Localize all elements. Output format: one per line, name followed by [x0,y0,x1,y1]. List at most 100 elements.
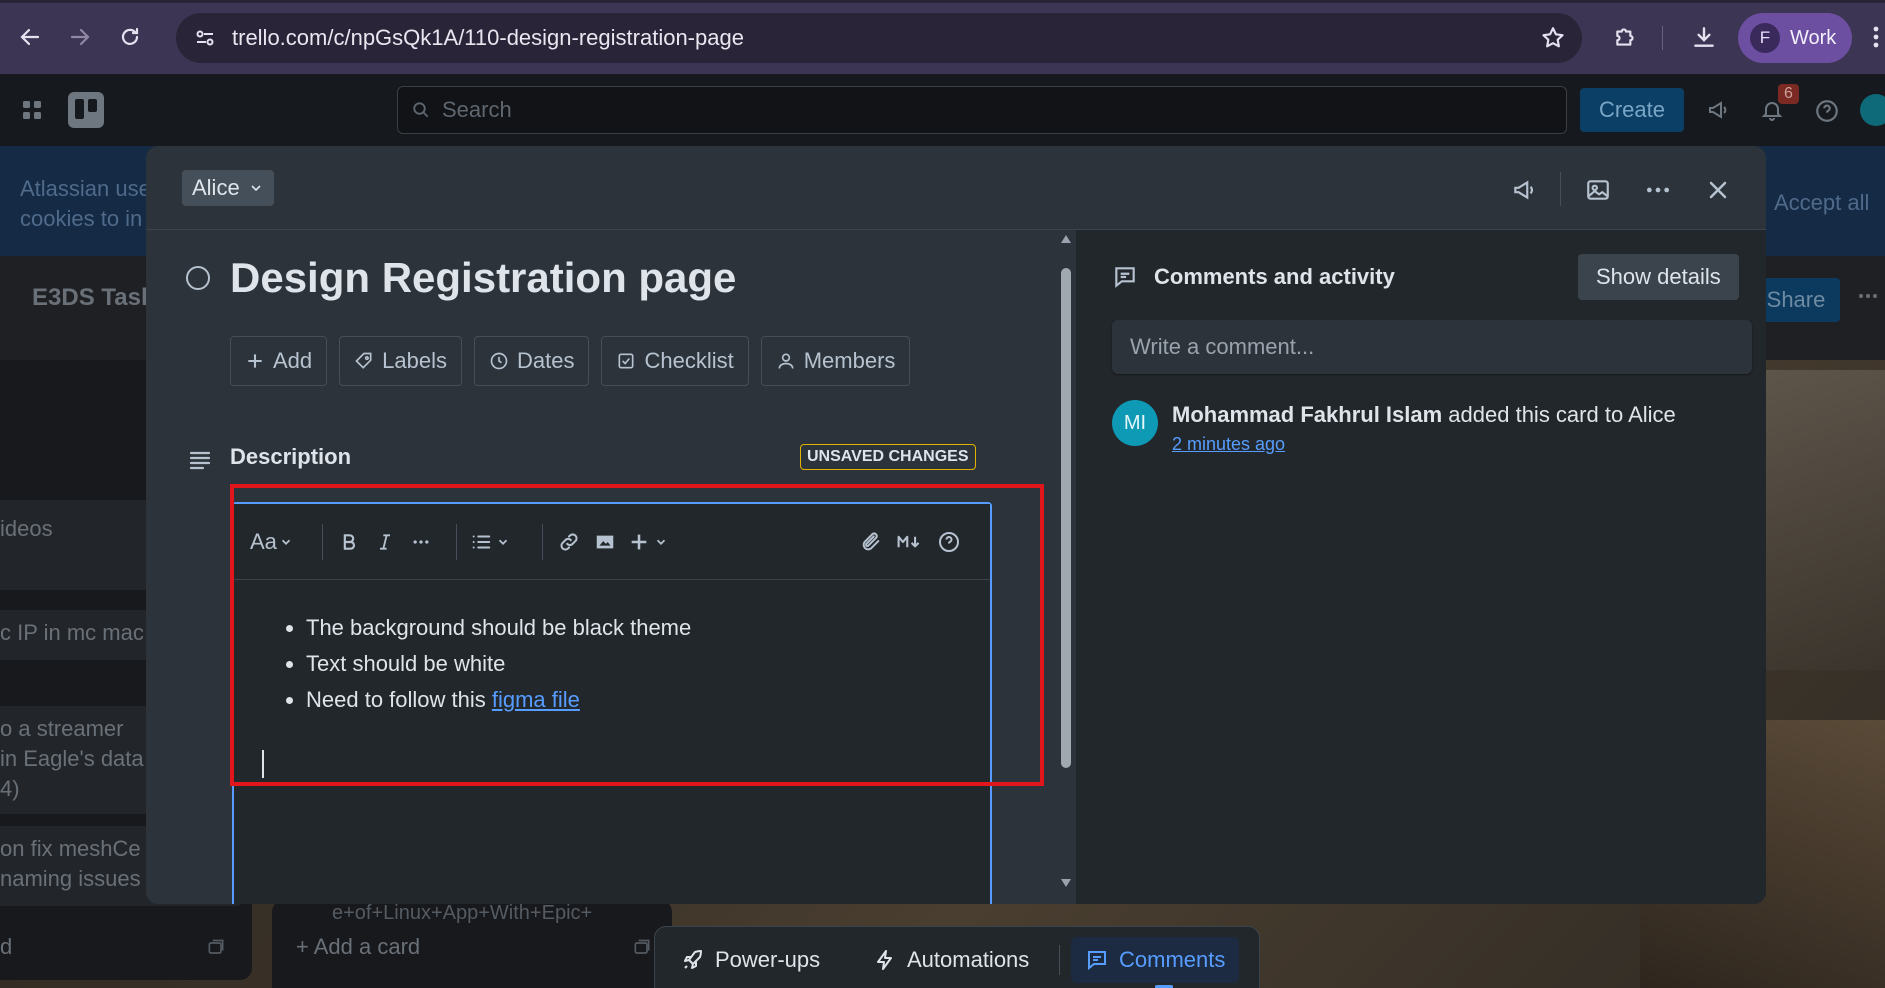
link-button[interactable] [554,524,584,560]
bold-button[interactable] [334,524,364,560]
markdown-button[interactable] [894,524,924,560]
trello-header: Create 6 [0,74,1885,146]
chevron-down-icon [498,539,508,545]
app-switcher-icon[interactable] [20,98,44,122]
more-formatting-button[interactable] [406,524,436,560]
back-button[interactable] [10,17,50,57]
toolbar-divider [1662,26,1663,50]
activity-pane: Comments and activity Show details MI Mo… [1076,230,1766,904]
chevron-down-icon [281,539,291,545]
megaphone-icon[interactable] [1706,98,1730,122]
add-card-button[interactable]: + Add a card [296,934,420,960]
list-selector[interactable]: Alice [182,170,274,206]
comments-button[interactable]: Comments [1071,937,1240,983]
checkbox-icon [618,353,634,369]
extensions-button[interactable] [1606,17,1646,57]
editor-content[interactable]: The background should be black theme Tex… [234,582,990,778]
tab-strip-edge [0,0,1885,3]
add-card-button[interactable]: d [0,934,12,960]
downloads-button[interactable] [1684,17,1724,57]
automations-button[interactable]: Automations [859,937,1043,983]
rocket-icon [684,950,702,969]
url-text[interactable]: trello.com/c/npGsQk1A/110-design-registr… [232,25,744,51]
forward-button[interactable] [60,17,100,57]
board-more-icon[interactable] [1858,286,1878,306]
labels-button[interactable]: Labels [339,336,462,386]
attachment-button[interactable] [856,524,886,560]
add-button[interactable]: Add [230,336,328,386]
card-more-button[interactable] [1638,170,1678,210]
list-item[interactable]: Text should be white [306,646,990,682]
background-image-detail [1760,370,1885,670]
complete-toggle[interactable] [186,266,210,290]
editor-toolbar: Aa [234,504,990,580]
activity-user[interactable]: Mohammad Fakhrul Islam [1172,402,1442,427]
address-bar[interactable]: trello.com/c/npGsQk1A/110-design-registr… [176,13,1582,63]
dates-button[interactable]: Dates [474,336,590,386]
list-item[interactable]: The background should be black theme [306,610,990,646]
description-editor[interactable]: Aa • The background should be black them… [232,502,992,904]
person-icon [778,353,794,369]
avatar[interactable]: MI [1112,400,1158,446]
link-icon [560,533,578,551]
template-icon[interactable] [206,938,226,958]
text-style-dropdown[interactable]: Aa [250,524,293,560]
help-icon[interactable] [1814,98,1840,124]
search-input[interactable] [442,97,1342,123]
cookie-text: Atlassian use cookies to in [20,176,151,231]
comment-input[interactable] [1112,320,1752,374]
create-button[interactable]: Create [1580,88,1684,132]
checklist-button[interactable]: Checklist [601,336,749,386]
figma-file-link[interactable]: figma file [492,687,580,712]
activity-heading: Comments and activity [1154,264,1395,289]
members-button[interactable]: Members [760,336,911,386]
lightning-icon [877,950,892,970]
toolbar-separator [322,524,323,560]
clock-icon [490,352,508,370]
list-item[interactable]: Need to follow this figma file [306,682,990,718]
cover-button[interactable] [1578,170,1618,210]
trello-logo[interactable] [68,92,104,128]
notification-badge: 6 [1778,84,1799,104]
bullet-list-icon [472,535,491,549]
powerups-button[interactable]: Power-ups [667,937,834,983]
account-avatar[interactable] [1860,94,1885,126]
scroll-down-arrow[interactable] [1060,878,1072,888]
bottom-bar-divider [1059,945,1060,975]
modal-header: Alice [146,146,1766,230]
search-bar[interactable] [397,86,1567,134]
image-button[interactable] [590,524,620,560]
arrow-right-icon [70,28,90,46]
card-detail-modal: Alice Design Registration page Add Label… [146,146,1766,904]
profile-button[interactable]: F Work [1738,13,1852,63]
template-icon[interactable] [632,938,652,958]
scroll-up-arrow[interactable] [1060,234,1072,244]
help-button[interactable] [934,524,964,560]
card-title[interactable]: Design Registration page [230,254,736,302]
reload-button[interactable] [110,17,150,57]
italic-button[interactable] [370,524,400,560]
close-icon [1709,181,1727,199]
browser-toolbar: trello.com/c/npGsQk1A/110-design-registr… [0,0,1885,74]
unsaved-changes-badge: UNSAVED CHANGES [800,444,976,470]
show-details-button[interactable]: Show details [1578,254,1739,300]
card-megaphone-button[interactable] [1504,170,1544,210]
toolbar-separator [456,524,457,560]
close-button[interactable] [1698,170,1738,210]
board-title[interactable]: E3DS Task [32,284,154,312]
tag-icon [355,352,372,369]
list-name: Alice [192,175,240,200]
more-dots-icon [1646,187,1670,193]
scroll-thumb[interactable] [1061,268,1071,768]
chevron-down-icon [656,539,666,545]
profile-label: Work [1790,26,1837,49]
activity-timestamp[interactable]: 2 minutes ago [1172,434,1285,455]
scrollbar[interactable] [1056,230,1076,904]
accept-all-button[interactable]: Accept all [1774,190,1869,216]
description-heading: Description [230,444,352,469]
site-settings-icon[interactable] [190,23,220,53]
insert-dropdown-button[interactable] [628,524,668,560]
list-dropdown-button[interactable] [470,524,510,560]
browser-menu-button[interactable] [1866,17,1885,57]
bookmark-star-icon[interactable] [1540,25,1566,51]
